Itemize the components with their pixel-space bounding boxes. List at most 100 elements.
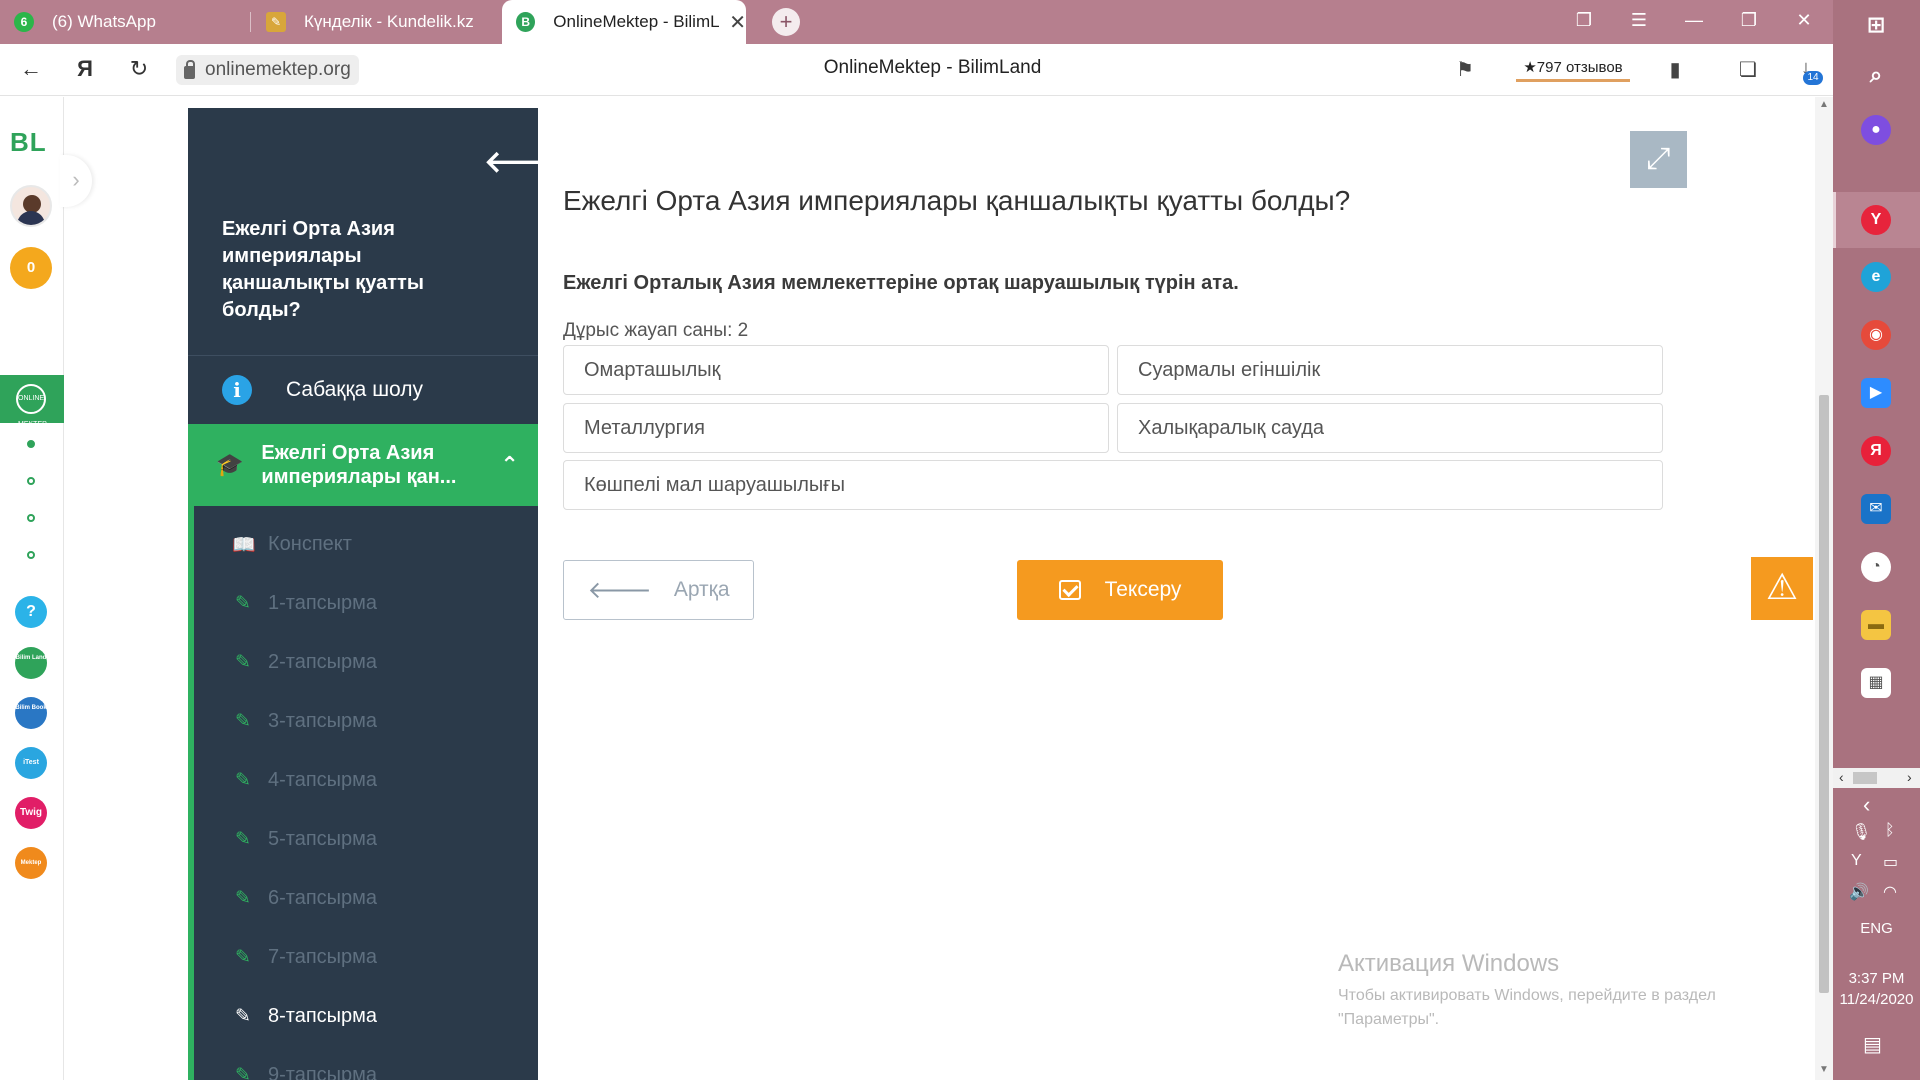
bilimbook-app-icon[interactable]: Bilim Book (15, 697, 47, 729)
edit-icon: ✎ (235, 888, 251, 909)
battery-icon[interactable]: ▭ (1883, 852, 1898, 872)
help-icon[interactable]: ? (15, 596, 47, 628)
check-button-label: Тексеру (1104, 578, 1182, 601)
answer-option[interactable]: Металлургия (563, 403, 1109, 453)
tray-scrollbar[interactable]: ‹ › (1833, 768, 1920, 788)
tab-onlinemektep[interactable]: B OnlineMektep - BilimLa ✕ (502, 0, 746, 44)
edge-icon[interactable]: e (1861, 262, 1891, 292)
search-icon[interactable]: ⌕ (1861, 60, 1891, 90)
file-explorer-icon[interactable]: ▬ (1861, 610, 1891, 640)
back-arrow-icon[interactable]: 🡐 (484, 144, 538, 180)
bookmark-icon[interactable]: ▮ (1662, 57, 1688, 82)
twig-app-icon[interactable]: Twig (15, 797, 47, 829)
tab-label: Күнделік - Kundelik.kz (304, 12, 474, 31)
mail-icon[interactable]: ✉ (1861, 494, 1891, 524)
sidebar-item-label: 5-тапсырма (268, 828, 378, 850)
tab-whatsapp[interactable]: 6 (6) WhatsApp (0, 0, 250, 44)
answer-option[interactable]: Көшпелі мал шаруашылығы (563, 460, 1663, 510)
scroll-up-icon[interactable]: ▲ (1815, 99, 1833, 110)
answer-option[interactable]: Омарташылық (563, 345, 1109, 395)
mektep-app-icon[interactable]: Mektep (15, 847, 47, 879)
minimize-icon[interactable]: — (1682, 10, 1706, 31)
sidebar-item-label: Конспект (268, 533, 352, 555)
sidebar-item-task-3[interactable]: ✎ 3-тапсырма (188, 692, 538, 751)
sidebar-item-overview[interactable]: i Сабаққа шолу (188, 356, 538, 423)
kundelik-icon: ✎ (266, 12, 286, 32)
alice-icon[interactable]: ● (1861, 115, 1891, 145)
speedometer-icon[interactable]: ◔ (1861, 552, 1891, 582)
bluetooth-icon[interactable]: ᛒ (1885, 822, 1895, 840)
sidebar-item-task-7[interactable]: ✎ 7-тапсырма (188, 928, 538, 987)
language-indicator[interactable]: ENG (1833, 920, 1920, 937)
activation-title: Активация Windows (1338, 950, 1560, 977)
sidebar-item-label: Сабаққа шолу (286, 377, 424, 401)
sidebar-item-task-9[interactable]: ✎ 9-тапсырма (188, 1046, 538, 1080)
sidebar-section-active[interactable]: 🎓 Ежелгі Орта Азия империялары қан... ⌃ (188, 424, 538, 506)
sidebar-item-label: 9-тапсырма (268, 1064, 378, 1080)
yandex-tray-icon[interactable]: Y (1851, 852, 1862, 870)
sidebar-item-label: 4-тапсырма (268, 769, 378, 791)
microphone-icon[interactable]: 🎙 (1851, 822, 1871, 842)
sidebar-item-task-8[interactable]: ✎ 8-тапсырма (188, 987, 538, 1046)
check-button[interactable]: Тексеру (1017, 560, 1223, 620)
back-button[interactable]: 🡐 Артқа (563, 560, 754, 620)
clock[interactable]: 3:37 PM 11/24/2020 (1833, 968, 1920, 1010)
scroll-down-icon[interactable]: ▼ (1815, 1064, 1833, 1075)
windows-start-icon[interactable]: ⊞ (1861, 10, 1891, 40)
translate-icon[interactable]: ⚑ (1452, 57, 1478, 82)
close-window-icon[interactable]: ✕ (1792, 10, 1816, 31)
collections-icon[interactable]: ❏ (1735, 57, 1761, 82)
answer-option[interactable]: Халықаралық сауда (1117, 403, 1663, 453)
windows-activation-watermark: Активация Windows Чтобы активировать Win… (1338, 950, 1778, 1032)
site-rail: BL 0 ONLINE MEKTEP ? Bilim Land Bilim Bo… (0, 97, 64, 1080)
rail-dot[interactable] (27, 477, 35, 485)
reviews-badge[interactable]: ★797 отзывов (1516, 54, 1630, 82)
itest-app-icon[interactable]: iTest (15, 747, 47, 779)
volume-icon[interactable]: 🔊 (1849, 882, 1869, 902)
restore-icon[interactable]: ❐ (1737, 10, 1761, 31)
rail-expand-button[interactable]: › (60, 155, 92, 207)
sidebar-item-konspekt[interactable]: 📖 Конспект (188, 515, 538, 574)
edit-icon: ✎ (235, 1065, 251, 1080)
answer-option[interactable]: Суармалы егіншілік (1117, 345, 1663, 395)
new-tab-button[interactable]: + (772, 8, 800, 36)
chevron-up-icon[interactable]: ⌃ (500, 452, 518, 478)
yandex-browser-icon[interactable]: Y (1861, 205, 1891, 235)
page-scrollbar[interactable]: ▲ ▼ (1815, 97, 1833, 1080)
scrollbar-thumb[interactable] (1819, 395, 1829, 993)
wifi-icon[interactable]: ◠ (1883, 882, 1897, 902)
sidebar-item-label: 3-тапсырма (268, 710, 378, 732)
browser-tab-bar: 6 (6) WhatsApp ✎ Күнделік - Kundelik.kz … (0, 0, 1833, 44)
answer-count: Дұрыс жауап саны: 2 (563, 320, 749, 341)
bilimland-app-icon[interactable]: Bilim Land (15, 647, 47, 679)
windows-taskbar: ⊞ ⌕ ● Y e ◉ ▶ Я ✉ ◔ ▬ ▦ ‹ › ‹ 🎙 ᛒ Y ▭ 🔊 … (1833, 0, 1920, 1080)
rail-dot[interactable] (27, 551, 35, 559)
sidebar-item-task-6[interactable]: ✎ 6-тапсырма (188, 869, 538, 928)
close-tab-icon[interactable]: ✕ (729, 10, 746, 35)
sidebar-item-task-4[interactable]: ✎ 4-тапсырма (188, 751, 538, 810)
sidebar-item-task-2[interactable]: ✎ 2-тапсырма (188, 633, 538, 692)
menu-icon[interactable]: ☰ (1627, 10, 1651, 31)
rail-dot[interactable] (27, 514, 35, 522)
fullscreen-icon[interactable]: ⤢ (1630, 131, 1687, 188)
bilimland-logo[interactable]: BL (10, 127, 47, 158)
bookmarks-icon[interactable]: ❐ (1572, 10, 1596, 31)
yandex-icon[interactable]: Я (1861, 436, 1891, 466)
edit-icon: ✎ (235, 711, 251, 732)
tab-kundelik[interactable]: ✎ Күнделік - Kundelik.kz (252, 0, 500, 44)
avatar[interactable] (10, 185, 52, 227)
rail-dot[interactable] (27, 440, 35, 448)
store-icon[interactable]: ▦ (1861, 668, 1891, 698)
checkbox-icon (1058, 580, 1081, 600)
coins-badge[interactable]: 0 (10, 247, 52, 289)
course-title: Ежелгі Орта Азия империялары қаншалықты … (222, 218, 424, 321)
chrome-icon[interactable]: ◉ (1861, 320, 1891, 350)
zoom-icon[interactable]: ▶ (1861, 378, 1891, 408)
sidebar-item-task-5[interactable]: ✎ 5-тапсырма (188, 810, 538, 869)
chevron-left-icon[interactable]: ‹ (1863, 792, 1870, 818)
sidebar-item-task-1[interactable]: ✎ 1-тапсырма (188, 574, 538, 633)
tab-label: (6) WhatsApp (52, 12, 156, 31)
notifications-icon[interactable]: ▤ (1863, 1032, 1882, 1057)
report-warning-icon[interactable]: ⚠ (1751, 557, 1813, 620)
rail-item-onlinemektep[interactable]: ONLINE MEKTEP (0, 375, 64, 428)
